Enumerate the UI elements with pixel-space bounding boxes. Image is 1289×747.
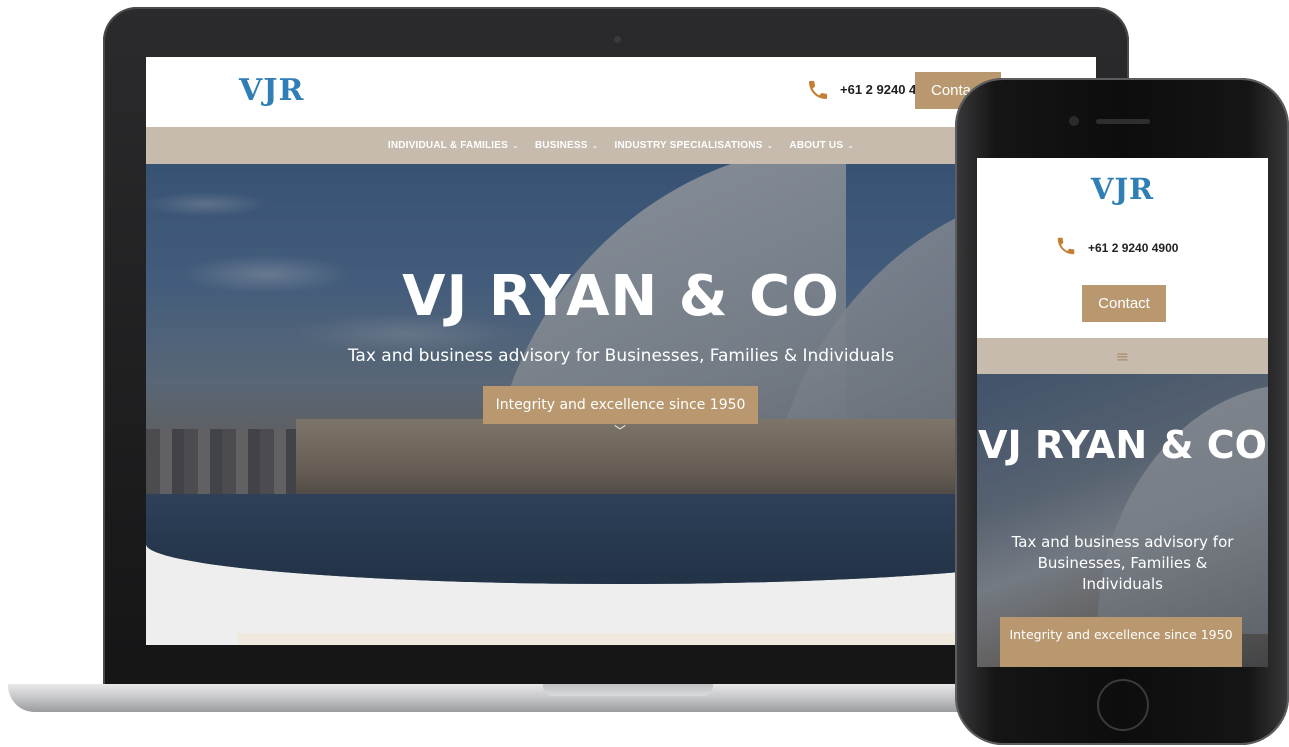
laptop-base [8,684,1018,712]
mobile-hero-cta-button[interactable]: Integrity and excellence since 1950 [1000,617,1242,667]
mobile-phone-number[interactable]: +61 2 9240 4900 [1088,241,1178,255]
hero-subtitle: Tax and business advisory for Businesses… [347,346,895,366]
mobile-contact-button[interactable]: Contact [1082,285,1166,322]
nav-item-business[interactable]: BUSINESS ⌄ [535,140,599,151]
phone-number[interactable]: +61 2 9240 4 [840,82,916,97]
main-nav: INDIVIDUAL & FAMILIES ⌄ BUSINESS ⌄ INDUS… [146,127,1096,164]
scroll-down-icon[interactable]: ﹀ [614,422,626,439]
phone-icon [806,78,830,102]
nav-item-label: INDUSTRY SPECIALISATIONS [614,140,763,151]
chevron-down-icon: ⌄ [511,141,519,150]
hero-cta-button[interactable]: Integrity and excellence since 1950 [483,386,758,424]
hamburger-menu-icon[interactable]: ≡ [1116,347,1129,366]
mobile-hero-banner: VJ RYAN & CO Tax and business advisory f… [977,374,1268,667]
mobile-nav-bar: ≡ [977,338,1268,374]
nav-item-label: BUSINESS [534,140,588,151]
mobile-hero-title: VJ RYAN & CO [978,423,1267,467]
phone-camera [1069,116,1079,126]
chevron-down-icon: ⌄ [591,141,599,150]
site-header: VJR +61 2 9240 4 Conta [146,57,1096,127]
hero-banner: VJ RYAN & CO Tax and business advisory f… [146,164,1096,584]
site-logo[interactable]: VJR [239,73,304,108]
nav-item-label: ABOUT US [789,140,844,151]
content-section [238,633,1008,645]
chevron-down-icon: ⌄ [847,141,855,150]
laptop-screen: VJR +61 2 9240 4 Conta INDIVIDUAL & FAMI… [146,57,1096,645]
phone-screen: VJR +61 2 9240 4900 Contact ≡ VJ RYAN & … [977,158,1268,667]
hero-overlay [146,164,1096,584]
hero-title: VJ RYAN & CO [402,264,840,329]
laptop-camera [614,36,621,43]
phone-speaker [1096,119,1150,124]
nav-item-industry-specialisations[interactable]: INDUSTRY SPECIALISATIONS ⌄ [615,140,774,151]
phone-home-button [1097,679,1149,731]
phone-icon [1055,235,1077,257]
chevron-down-icon: ⌄ [766,141,774,150]
nav-item-about-us[interactable]: ABOUT US ⌄ [789,140,854,151]
mobile-site-logo[interactable]: VJR [977,172,1268,206]
nav-item-individual-families[interactable]: INDIVIDUAL & FAMILIES ⌄ [388,140,519,151]
mobile-hero-subtitle: Tax and business advisory for Businesses… [1011,533,1234,593]
laptop-notch [543,684,713,696]
nav-item-label: INDIVIDUAL & FAMILIES [387,140,508,151]
